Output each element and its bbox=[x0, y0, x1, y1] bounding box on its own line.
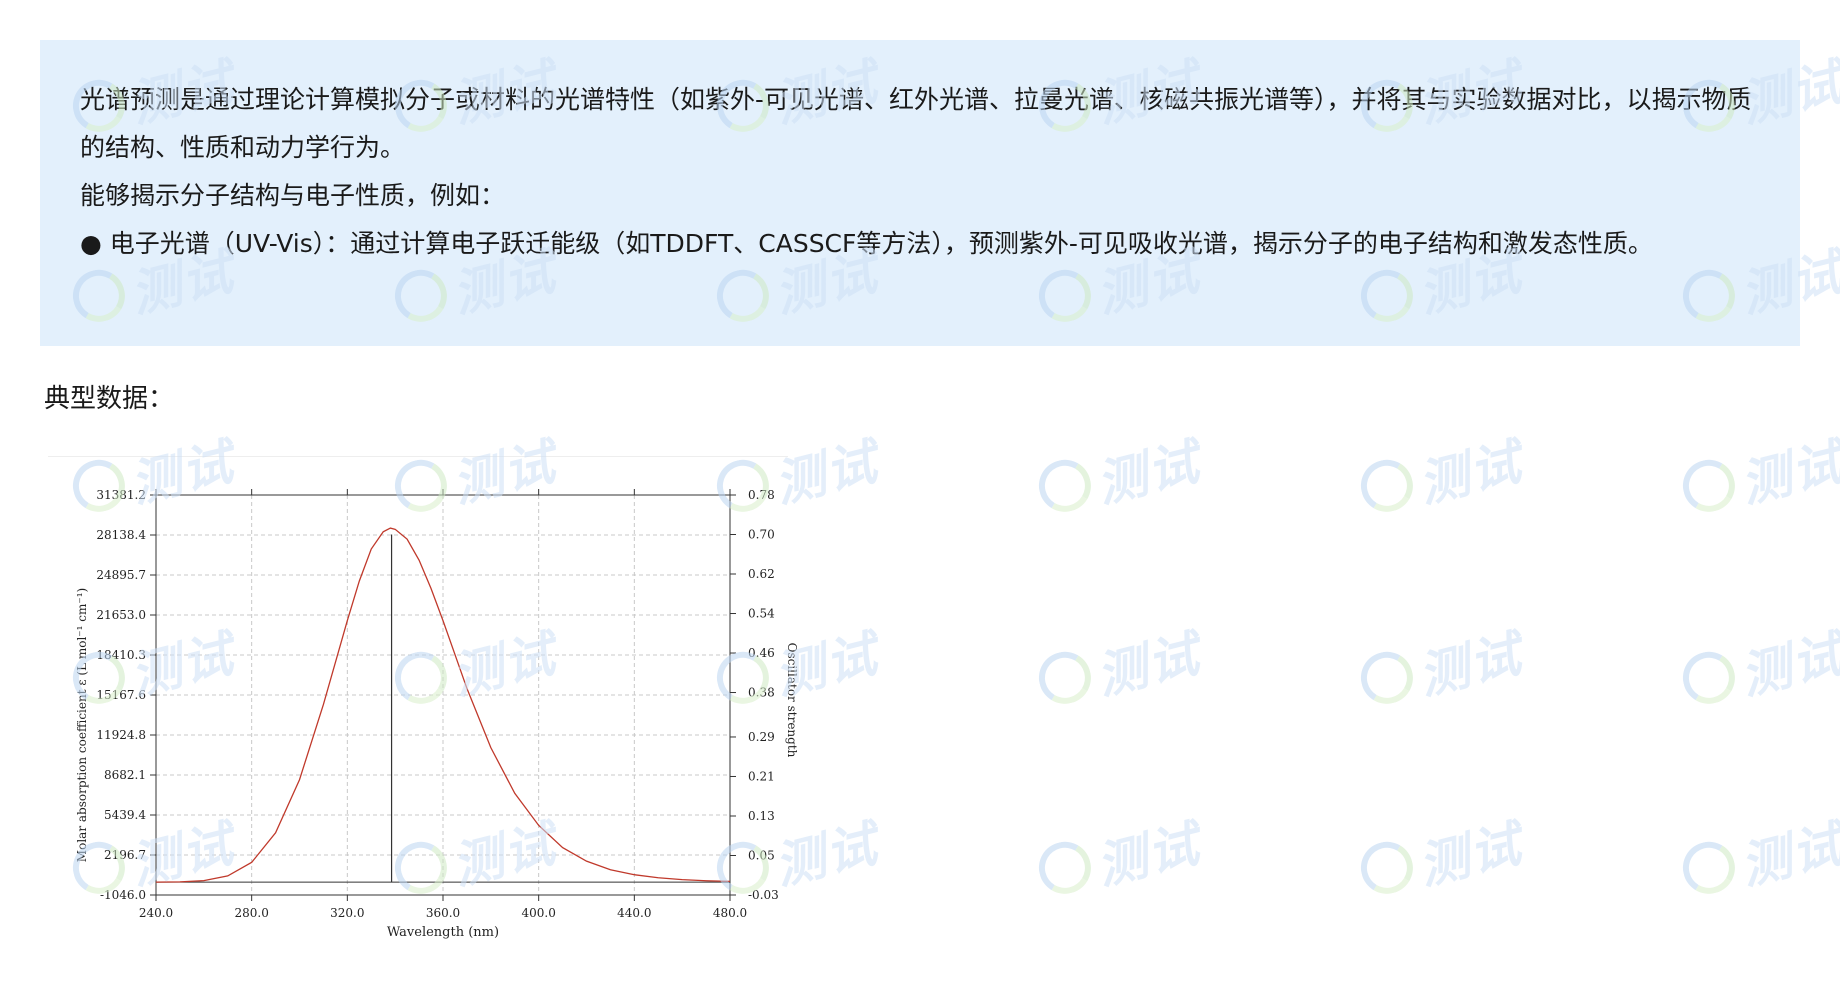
y2-tick-label: 0.78 bbox=[748, 488, 775, 502]
y-tick-label: 15167.6 bbox=[96, 688, 146, 702]
watermark-logo-icon bbox=[1677, 836, 1741, 900]
watermark: 测试 bbox=[1675, 407, 1840, 523]
y2-tick-label: 0.29 bbox=[748, 730, 775, 744]
watermark: 测试 bbox=[1353, 599, 1564, 715]
watermark: 测试 bbox=[1031, 789, 1242, 905]
y2-tick-label: 0.70 bbox=[748, 528, 775, 542]
x-tick-label: 320.0 bbox=[330, 906, 364, 920]
y2-tick-label: 0.05 bbox=[748, 848, 775, 862]
watermark-logo-icon bbox=[1033, 646, 1097, 710]
watermark-logo-icon bbox=[1355, 836, 1419, 900]
y2-tick-label: 0.62 bbox=[748, 567, 775, 581]
y2-tick-label: 0.13 bbox=[748, 809, 775, 823]
uv-vis-chart-svg: 240.0 280.0 320.0 360.0 400.0 440.0 480.0 -1046… bbox=[75, 488, 799, 940]
watermark-text: 测试 bbox=[1412, 814, 1528, 896]
watermark: 测试 bbox=[1675, 789, 1840, 905]
watermark-logo-icon bbox=[1355, 646, 1419, 710]
y-tick-label: 5439.4 bbox=[104, 808, 146, 822]
watermark: 测试 bbox=[1353, 407, 1564, 523]
y-tick-label: 21653.0 bbox=[96, 608, 146, 622]
y2-tick-label: 0.21 bbox=[748, 769, 775, 783]
y-axis-label: Molar absorption coefficient ε (L mol⁻¹ … bbox=[75, 588, 89, 862]
watermark: 测试 bbox=[1031, 599, 1242, 715]
y-tick-label: 8682.1 bbox=[104, 768, 146, 782]
watermark-logo-icon bbox=[1677, 646, 1741, 710]
y2-tick-label: 0.46 bbox=[748, 646, 775, 660]
intro-paragraph-2: 能够揭示分子结构与电子性质，例如： bbox=[80, 181, 506, 210]
y2-axis-label: Oscillator strength bbox=[785, 643, 799, 758]
watermark: 测试 bbox=[1031, 407, 1242, 523]
watermark: 测试 bbox=[1675, 599, 1840, 715]
watermark-logo-icon bbox=[1677, 454, 1741, 518]
y-tick-label: 18410.3 bbox=[96, 648, 146, 662]
uv-vis-chart: 240.0 280.0 320.0 360.0 400.0 440.0 480.0 -1046… bbox=[60, 470, 820, 950]
y-tick-label: -1046.0 bbox=[100, 888, 146, 902]
x-tick-label: 280.0 bbox=[234, 906, 268, 920]
y2-tick-label: 0.38 bbox=[748, 686, 775, 700]
watermark-text: 测试 bbox=[1734, 814, 1840, 896]
watermark-logo-icon bbox=[1033, 836, 1097, 900]
watermark-text: 测试 bbox=[1090, 432, 1206, 514]
y2-tick-label: -0.03 bbox=[748, 888, 779, 902]
x-axis-label: Wavelength (nm) bbox=[387, 925, 499, 940]
divider bbox=[48, 456, 788, 457]
y-tick-label: 24895.7 bbox=[96, 568, 146, 582]
x-tick-label: 440.0 bbox=[617, 906, 651, 920]
y-tick-label: 2196.7 bbox=[104, 848, 146, 862]
watermark-text: 测试 bbox=[1734, 432, 1840, 514]
watermark-logo-icon bbox=[1355, 454, 1419, 518]
x-tick-label: 360.0 bbox=[426, 906, 460, 920]
y-tick-label: 31381.2 bbox=[96, 488, 146, 502]
x-tick-label: 480.0 bbox=[713, 906, 747, 920]
y-tick-label: 11924.8 bbox=[96, 728, 146, 742]
watermark-text: 测试 bbox=[1090, 814, 1206, 896]
watermark: 测试 bbox=[1353, 789, 1564, 905]
watermark-text: 测试 bbox=[1734, 624, 1840, 706]
x-tick-label: 240.0 bbox=[139, 906, 173, 920]
intro-box: 光谱预测是通过理论计算模拟分子或材料的光谱特性（如紫外-可见光谱、红外光谱、拉曼… bbox=[40, 40, 1800, 346]
watermark-text: 测试 bbox=[1412, 624, 1528, 706]
intro-paragraph-1: 光谱预测是通过理论计算模拟分子或材料的光谱特性（如紫外-可见光谱、红外光谱、拉曼… bbox=[80, 85, 1752, 162]
y2-tick-label: 0.54 bbox=[748, 607, 775, 621]
chart-grid bbox=[156, 495, 730, 895]
watermark-text: 测试 bbox=[1090, 624, 1206, 706]
watermark-logo-icon bbox=[1033, 454, 1097, 518]
intro-paragraph-3: ● 电子光谱（UV-Vis）：通过计算电子跃迁能级（如TDDFT、CASSCF等… bbox=[80, 229, 1653, 258]
y-tick-label: 28138.4 bbox=[96, 528, 146, 542]
section-title: 典型数据： bbox=[44, 384, 175, 414]
watermark-text: 测试 bbox=[1412, 432, 1528, 514]
x-tick-label: 400.0 bbox=[521, 906, 555, 920]
